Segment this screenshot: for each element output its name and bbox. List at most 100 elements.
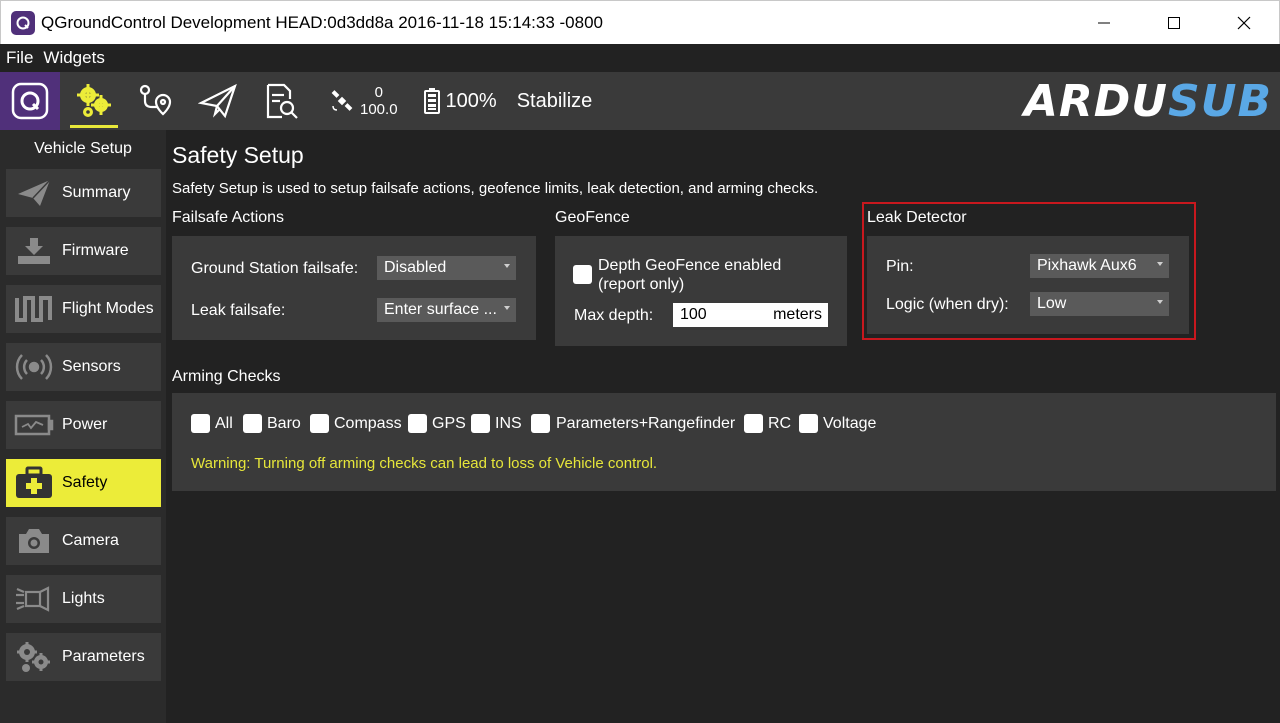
vehicle-setup-sidebar: Vehicle Setup Summary Firmware Flight Mo… [0,130,166,723]
battery-percent: 100% [445,89,497,112]
lights-icon [6,575,62,623]
leak-logic-value: Low [1037,295,1067,312]
gcs-failsafe-value: Disabled [384,259,447,276]
sidebar-title: Vehicle Setup [34,140,132,157]
sidebar-item-flight-modes[interactable]: Flight Modes [6,285,161,333]
paper-plane-icon [6,169,62,217]
gcs-failsafe-label: Ground Station failsafe: [191,260,359,277]
leak-detector-panel: Pin: Pixhawk Aux6 Logic (when dry): Low [867,236,1189,334]
max-depth-value: 100 [680,306,707,323]
safety-setup-page: Safety Setup Safety Setup is used to set… [166,130,1280,723]
window-title-bar: QGroundControl Development HEAD:0d3dd8a … [0,0,1280,44]
sidebar-item-label: Flight Modes [62,300,154,317]
leak-logic-label: Logic (when dry): [886,296,1009,313]
geofence-panel: Depth GeoFence enabled (report only) Max… [555,236,847,346]
sidebar-item-label: Power [62,416,108,433]
window-title: QGroundControl Development HEAD:0d3dd8a … [41,12,603,32]
leak-failsafe-combo[interactable]: Enter surface ... [377,298,516,322]
arming-warning: Warning: Turning off arming checks can l… [191,455,658,472]
gps-hdop: 100.0 [360,101,398,118]
leak-failsafe-label: Leak failsafe: [191,302,286,319]
close-icon[interactable] [1209,1,1279,45]
gears-icon [6,633,62,681]
plan-waypoint-icon[interactable] [128,72,184,130]
page-title: Safety Setup [172,142,304,168]
camera-icon [6,517,62,565]
download-icon [6,227,62,275]
menu-bar: File Widgets [0,44,1280,72]
arming-check-all-checkbox[interactable] [191,414,210,433]
flight-modes-wave-icon [6,285,62,333]
leak-logic-combo[interactable]: Low [1030,292,1169,316]
arming-check-gps-checkbox[interactable] [408,414,427,433]
geofence-section-title: GeoFence [555,209,630,226]
brand-part1: ARDU [1023,75,1169,127]
max-depth-units: meters [773,306,822,323]
sidebar-item-summary[interactable]: Summary [6,169,161,217]
arming-section-title: Arming Checks [172,368,281,385]
arming-panel: All Baro Compass GPS INS Parameters+Rang… [172,393,1276,491]
max-depth-input[interactable]: 100 meters [673,303,828,327]
chevron-down-icon [504,306,510,310]
battery-icon [6,401,62,449]
failsafe-panel: Ground Station failsafe: Disabled Leak f… [172,236,536,340]
sidebar-item-label: Summary [62,184,131,201]
arming-check-ins-checkbox[interactable] [471,414,490,433]
failsafe-section-title: Failsafe Actions [172,209,285,226]
gcs-failsafe-combo[interactable]: Disabled [377,256,516,280]
maximize-icon[interactable] [1139,1,1209,45]
sidebar-item-parameters[interactable]: Parameters [6,633,161,681]
menu-widgets[interactable]: Widgets [43,48,104,68]
arming-check-ins-label: INS [495,415,522,432]
leak-pin-combo[interactable]: Pixhawk Aux6 [1030,254,1169,278]
leak-pin-value: Pixhawk Aux6 [1037,257,1137,274]
battery-icon [423,88,440,114]
battery-status[interactable]: 100% [423,88,497,114]
sidebar-item-label: Camera [62,532,119,549]
satellite-icon [331,90,353,111]
sidebar-item-label: Safety [62,474,108,491]
arming-check-all-label: All [215,415,233,432]
sidebar-item-label: Firmware [62,242,129,259]
main-toolbar: 0 100.0 100% Stabilize ARDU SUB [0,72,1280,130]
sidebar-item-power[interactable]: Power [6,401,161,449]
sensors-radio-icon [6,343,62,391]
leak-failsafe-value: Enter surface ... [384,301,497,318]
arming-check-baro-checkbox[interactable] [243,414,262,433]
arming-check-compass-checkbox[interactable] [310,414,329,433]
flight-mode[interactable]: Stabilize [517,90,593,113]
arming-check-compass-label: Compass [334,415,402,432]
sidebar-item-camera[interactable]: Camera [6,517,161,565]
arming-check-parameters-checkbox[interactable] [531,414,550,433]
sidebar-item-label: Sensors [62,358,121,375]
gps-status[interactable]: 0 100.0 [330,84,398,118]
sidebar-item-safety[interactable]: Safety [6,459,161,507]
menu-file[interactable]: File [6,48,33,68]
minimize-icon[interactable] [1069,1,1139,45]
arming-check-gps-label: GPS [432,415,466,432]
sidebar-item-lights[interactable]: Lights [6,575,161,623]
gps-satellite-count: 0 [374,84,383,101]
sidebar-item-firmware[interactable]: Firmware [6,227,161,275]
chevron-down-icon [1157,262,1163,266]
arming-check-voltage-label: Voltage [823,415,877,432]
leak-detector-section-title: Leak Detector [867,209,967,226]
analyze-icon[interactable] [252,72,308,130]
arming-check-baro-label: Baro [267,415,301,432]
sidebar-item-sensors[interactable]: Sensors [6,343,161,391]
arming-check-rc-checkbox[interactable] [744,414,763,433]
fly-paper-plane-icon[interactable] [190,72,246,130]
leak-pin-label: Pin: [886,258,914,275]
qgc-logo-icon[interactable] [0,72,60,130]
brand-part2: SUB [1168,75,1272,127]
app-icon [11,10,35,35]
medkit-icon [6,459,62,507]
depth-geofence-label-line2: (report only) [598,276,685,293]
chevron-down-icon [504,264,510,268]
arming-check-voltage-checkbox[interactable] [799,414,818,433]
depth-geofence-checkbox[interactable] [573,265,592,284]
gear-settings-icon[interactable] [66,72,122,130]
page-description: Safety Setup is used to setup failsafe a… [172,180,819,197]
sidebar-item-label: Lights [62,590,105,607]
max-depth-label: Max depth: [574,307,654,324]
